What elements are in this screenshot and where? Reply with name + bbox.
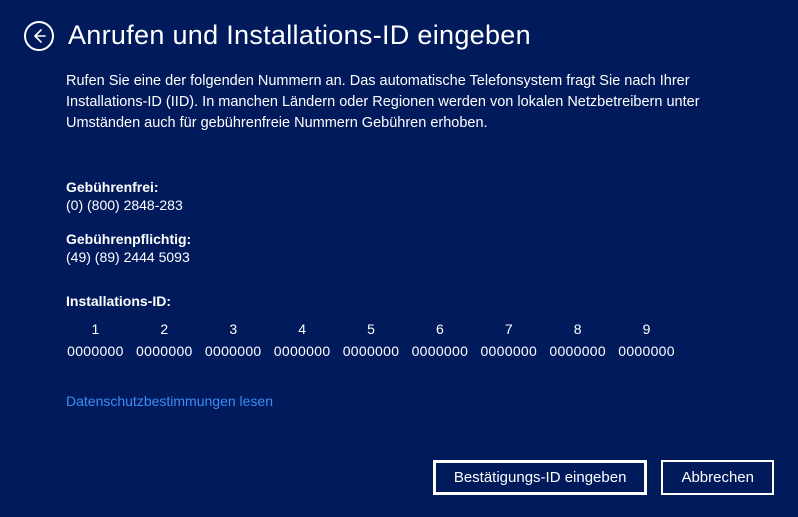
cancel-button[interactable]: Abbrechen [661, 460, 774, 495]
footer: Bestätigungs-ID eingeben Abbrechen [433, 460, 774, 495]
iid-col-header: 4 [273, 321, 332, 343]
iid-value: 0000000 [342, 343, 401, 359]
iid-col-header: 3 [204, 321, 263, 343]
toll-label: Gebührenpflichtig: [66, 231, 732, 247]
iid-col-header: 1 [66, 321, 125, 343]
iid-value: 0000000 [135, 343, 194, 359]
iid-value: 0000000 [479, 343, 538, 359]
iid-col-header: 7 [479, 321, 538, 343]
installations-id-label: Installations-ID: [66, 293, 732, 309]
header: Anrufen und Installations-ID eingeben [0, 0, 798, 51]
tollfree-block: Gebührenfrei: (0) (800) 2848-283 [66, 179, 732, 213]
privacy-link[interactable]: Datenschutzbestimmungen lesen [66, 393, 273, 409]
iid-col-header: 6 [410, 321, 469, 343]
iid-value: 0000000 [548, 343, 607, 359]
iid-col-header: 2 [135, 321, 194, 343]
iid-value: 0000000 [204, 343, 263, 359]
tollfree-number: (0) (800) 2848-283 [66, 197, 732, 213]
intro-text: Rufen Sie eine der folgenden Nummern an.… [66, 71, 732, 134]
enter-confirmation-id-button[interactable]: Bestätigungs-ID eingeben [433, 460, 648, 495]
iid-col-header: 9 [617, 321, 676, 343]
toll-number: (49) (89) 2444 5093 [66, 249, 732, 265]
installations-id-grid: 1 2 3 4 5 6 7 8 9 0000000 0000000 000000… [66, 321, 676, 359]
page-title: Anrufen und Installations-ID eingeben [68, 20, 531, 51]
arrow-left-icon [31, 28, 47, 44]
iid-col-header: 5 [342, 321, 401, 343]
iid-value: 0000000 [66, 343, 125, 359]
toll-block: Gebührenpflichtig: (49) (89) 2444 5093 [66, 231, 732, 265]
iid-value: 0000000 [617, 343, 676, 359]
iid-value: 0000000 [273, 343, 332, 359]
tollfree-label: Gebührenfrei: [66, 179, 732, 195]
back-button[interactable] [24, 21, 54, 51]
iid-value: 0000000 [410, 343, 469, 359]
iid-col-header: 8 [548, 321, 607, 343]
content: Rufen Sie eine der folgenden Nummern an.… [0, 51, 798, 409]
